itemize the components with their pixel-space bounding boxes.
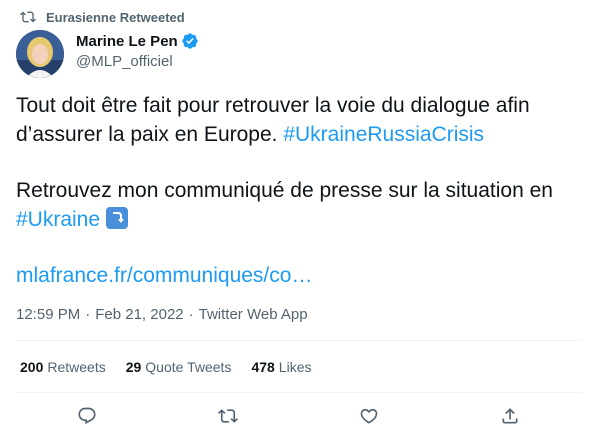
hashtag-link[interactable]: #UkraineRussiaCrisis [283, 123, 484, 146]
retweet-notice: Eurasienne Retweeted [20, 8, 185, 26]
hashtag-link[interactable]: #Ukraine [16, 208, 100, 231]
likes-count: 478 [251, 359, 275, 375]
tweet-date[interactable]: Feb 21, 2022 [95, 306, 183, 323]
quote-tweets-label: Quote Tweets [145, 359, 232, 375]
tweet-time[interactable]: 12:59 PM [16, 306, 80, 323]
quote-tweets-count: 29 [125, 359, 142, 375]
retweet-icon [20, 11, 36, 23]
tweet-paragraph-2: Retrouvez mon communiqué de presse sur l… [16, 177, 582, 234]
author-block: Marine Le Pen @MLP_officiel [76, 32, 199, 70]
retweets-count: 200 [20, 359, 44, 375]
heart-icon [360, 408, 378, 424]
reply-icon [78, 407, 96, 425]
share-icon [502, 408, 518, 424]
likes-stat[interactable]: 478 Likes [251, 359, 311, 375]
tweet-meta: 12:59 PM · Feb 21, 2022 · Twitter Web Ap… [16, 306, 308, 323]
arrow-curving-down-icon [105, 206, 128, 229]
meta-separator: · [85, 306, 91, 323]
retweet-button[interactable] [218, 406, 240, 428]
retweets-stat[interactable]: 200 Retweets [20, 359, 106, 375]
divider [16, 340, 582, 341]
engagement-stats: 200 Retweets 29 Quote Tweets 478 Likes [20, 359, 331, 375]
quote-tweets-stat[interactable]: 29 Quote Tweets [126, 359, 232, 375]
author-name-row[interactable]: Marine Le Pen [76, 32, 199, 50]
external-link[interactable]: mlafrance.fr/communiques/co… [16, 264, 312, 287]
tweet-source[interactable]: Twitter Web App [199, 306, 308, 323]
avatar[interactable] [16, 30, 64, 78]
like-button[interactable] [359, 406, 381, 428]
reply-button[interactable] [77, 406, 99, 428]
author-name[interactable]: Marine Le Pen [76, 33, 178, 50]
tweet-text: Tout doit être fait pour retrouver la vo… [16, 92, 582, 291]
verified-badge-icon [182, 33, 198, 49]
author-handle[interactable]: @MLP_officiel [76, 53, 199, 70]
retweet-icon [218, 409, 238, 423]
likes-label: Likes [278, 359, 312, 375]
action-bar [0, 400, 598, 432]
divider [16, 392, 582, 393]
tweet-paragraph-1: Tout doit être fait pour retrouver la vo… [16, 92, 582, 149]
share-button[interactable] [500, 406, 522, 428]
retweet-notice-text[interactable]: Eurasienne Retweeted [46, 10, 185, 25]
tweet-paragraph-3: mlafrance.fr/communiques/co… [16, 262, 582, 291]
meta-separator: · [188, 306, 194, 323]
retweets-label: Retweets [47, 359, 106, 375]
tweet-text-line-2: Retrouvez mon communiqué de presse sur l… [16, 179, 553, 202]
